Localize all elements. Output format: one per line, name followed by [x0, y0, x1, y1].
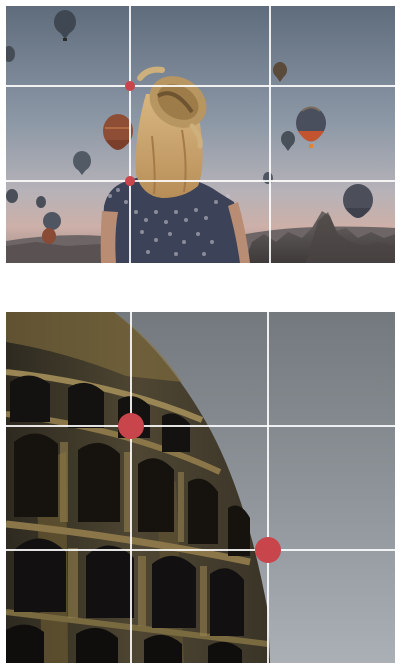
- colosseum-photo: [6, 312, 395, 663]
- colosseum-photo-panel: [6, 312, 395, 663]
- grid-line-horizontal-2: [6, 549, 395, 551]
- intersection-point-top-left: [125, 81, 135, 91]
- balloons-photo: [6, 6, 395, 263]
- intersection-point-bottom-right: [255, 537, 281, 563]
- grid-line-vertical-1: [129, 6, 131, 263]
- grid-line-vertical-1: [130, 312, 132, 663]
- grid-line-vertical-2: [269, 6, 271, 263]
- grid-line-horizontal-1: [6, 425, 395, 427]
- grid-line-horizontal-2: [6, 180, 395, 182]
- intersection-point-bottom-left: [125, 176, 135, 186]
- grid-line-vertical-2: [267, 312, 269, 663]
- balloons-photo-panel: [6, 6, 395, 263]
- grid-line-horizontal-1: [6, 85, 395, 87]
- intersection-point-top-left: [118, 413, 144, 439]
